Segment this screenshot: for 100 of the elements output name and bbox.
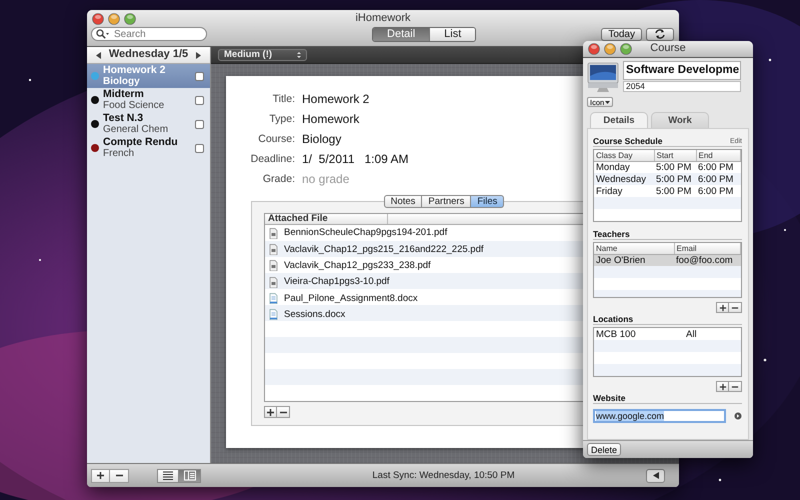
split-view-icon (184, 470, 196, 481)
collapse-button[interactable] (646, 468, 665, 482)
arrow-circle-icon (734, 412, 742, 420)
checkbox[interactable] (195, 96, 204, 104)
delete-button[interactable]: Delete (587, 443, 622, 456)
pdf-file-icon (269, 260, 278, 272)
column-header: Email (674, 243, 740, 254)
pdf-file-icon (269, 244, 278, 255)
column-header: End (696, 150, 740, 161)
priority-popup[interactable]: Medium (!) (218, 49, 308, 61)
left-arrow-icon (652, 471, 660, 480)
field-label: Grade: (262, 172, 295, 186)
table-cell: 5:00 PM (654, 161, 696, 173)
remove-button[interactable] (110, 468, 129, 482)
tab[interactable]: Details (590, 112, 648, 128)
task-course: Biology (103, 76, 140, 87)
checkbox[interactable] (195, 120, 204, 128)
column-header: Name (594, 243, 674, 254)
close-button[interactable] (588, 43, 600, 55)
plus-icon (96, 471, 105, 480)
field-value: 1/ 5/2011 1:09 AM (302, 152, 409, 166)
sync-button[interactable] (646, 28, 674, 40)
previous-day-button[interactable] (95, 50, 102, 60)
next-day-button[interactable] (195, 50, 202, 60)
remove-button[interactable] (729, 381, 742, 392)
file-name: Vaclavik_Chap12_pgs215_216and222_225.pdf (284, 244, 484, 256)
plus-icon (266, 408, 275, 416)
table-row[interactable]: Joe O'Brien foo@foo.com (594, 254, 740, 266)
table-cell-text: 6:00 PM (697, 185, 734, 197)
window-title: iHomework (354, 12, 412, 26)
website-field[interactable]: www.google.com (593, 409, 726, 423)
list-view-icon (162, 470, 174, 481)
caret-icon (605, 100, 610, 104)
section-title: Course Schedule (593, 136, 662, 146)
column-header: Attached File (268, 214, 388, 224)
task-title: Test N.3 (103, 113, 144, 124)
section-title: Locations (593, 314, 634, 324)
task-item[interactable]: Midterm Food Science (87, 88, 210, 112)
file-name: Paul_Pilone_Assignment8.docx (284, 292, 418, 304)
field-value: Homework 2 (302, 92, 370, 106)
number-field[interactable]: 2054 (623, 81, 741, 92)
right-arrow-icon (195, 50, 202, 60)
minimize-button[interactable] (604, 43, 616, 55)
field-label: Type: (268, 112, 295, 126)
close-button[interactable] (92, 12, 104, 24)
date-label: Wednesday 1/5 (108, 48, 188, 62)
table-cell-text: 5:00 PM (655, 185, 692, 197)
table-cell-text: Friday (595, 185, 624, 197)
task-item[interactable]: Compte Rendu French (87, 136, 210, 160)
table-cell: foo@foo.com (674, 254, 740, 266)
file-name: Vaclavik_Chap12_pgs233_238.pdf (284, 260, 431, 272)
task-title: Homework 2 (103, 65, 166, 76)
table-cell-text: All (685, 328, 698, 340)
task-item[interactable]: Test N.3 General Chem (87, 112, 210, 136)
tab[interactable]: Work (651, 112, 709, 128)
minimize-button[interactable] (108, 12, 120, 24)
task-course: General Chem (103, 124, 168, 135)
sync-status: Last Sync: Wednesday, 10:50 PM (371, 470, 516, 482)
zoom-button[interactable] (620, 43, 632, 55)
add-button[interactable] (716, 381, 729, 392)
view-tab[interactable]: List (429, 28, 476, 40)
view-tab[interactable]: Detail (373, 28, 430, 40)
window-title: Course (649, 42, 687, 56)
field-label: Deadline: (250, 152, 295, 166)
today-button[interactable]: Today (601, 28, 642, 40)
monitor-icon (587, 61, 619, 93)
name-field[interactable]: Software Developme (623, 61, 741, 80)
document-icon (269, 309, 278, 320)
file-name: BennionScheuleChap9pgs194-201.pdf (284, 227, 448, 239)
plus-icon (718, 304, 726, 312)
view-mode-button[interactable] (157, 468, 179, 482)
add-button[interactable] (716, 302, 729, 313)
add-button[interactable] (264, 406, 277, 418)
column-header: Start (654, 150, 696, 161)
tab[interactable]: Notes (384, 195, 422, 208)
column-header: Class Day (594, 150, 654, 161)
field-value: Homework (302, 112, 360, 126)
field-label: Course: (257, 132, 295, 146)
remove-button[interactable] (277, 406, 290, 418)
add-button[interactable] (91, 468, 110, 482)
table-cell: Joe O'Brien (594, 254, 674, 266)
document-icon (269, 292, 278, 304)
pdf-file-icon (269, 228, 278, 239)
tab[interactable]: Partners (422, 195, 472, 208)
task-course: Food Science (103, 100, 164, 111)
table-cell-text: 6:00 PM (697, 173, 734, 185)
checkbox[interactable] (195, 72, 204, 80)
sync-icon (653, 28, 667, 40)
checkbox[interactable] (195, 144, 204, 152)
field-label: Title: (272, 92, 295, 106)
open-link-button[interactable] (734, 412, 742, 420)
zoom-button[interactable] (124, 12, 136, 24)
pdf-file-icon (269, 276, 278, 288)
task-title: Compte Rendu (103, 137, 178, 148)
stepper-icon (296, 51, 302, 59)
remove-button[interactable] (729, 302, 742, 313)
tab[interactable]: Files (471, 195, 504, 208)
search-field[interactable]: Search (91, 27, 207, 41)
left-arrow-icon (95, 50, 102, 60)
task-course: French (103, 148, 134, 159)
